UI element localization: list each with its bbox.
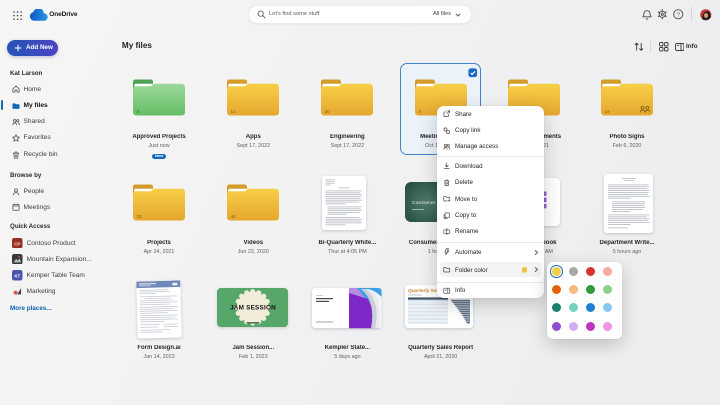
svg-text:JAM SESSION: JAM SESSION — [230, 305, 276, 312]
svg-text:CP: CP — [14, 241, 20, 246]
svg-text:19: 19 — [605, 109, 611, 114]
svg-text:KT: KT — [14, 273, 20, 278]
svg-text:20: 20 — [325, 109, 331, 114]
svg-text:33: 33 — [137, 214, 143, 219]
svg-text:12: 12 — [231, 109, 237, 114]
svg-text:46: 46 — [231, 214, 237, 219]
svg-text:?: ? — [677, 12, 681, 18]
svg-text:0: 0 — [137, 109, 140, 114]
svg-text:8: 8 — [418, 109, 421, 114]
